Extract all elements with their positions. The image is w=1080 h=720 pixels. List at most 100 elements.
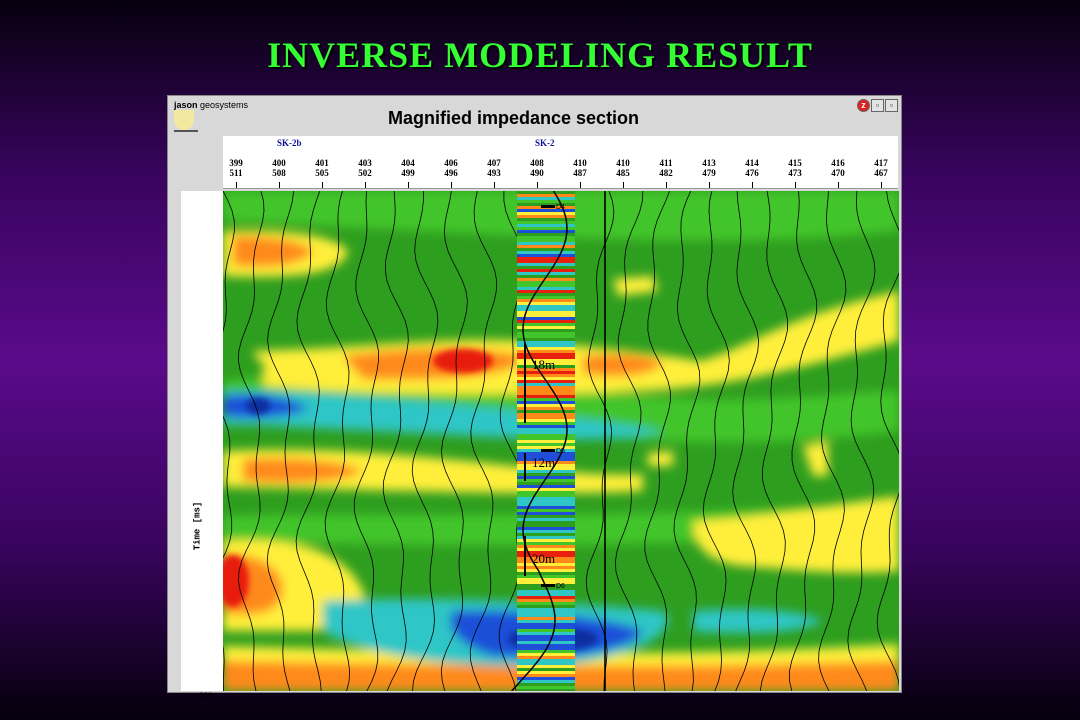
log-stripe: [517, 299, 575, 302]
well-label-sk-2b: SK-2b: [277, 138, 302, 148]
log-stripe: [517, 590, 575, 593]
annotation-12m: 12m: [532, 455, 555, 470]
marker-d6: [541, 584, 555, 587]
time-axis-label: Time [ms]: [192, 501, 203, 551]
log-stripe: [517, 260, 575, 263]
log-stripe: [517, 329, 575, 332]
marker-d4-label: D4: [556, 204, 565, 211]
time-tick-mark: [219, 697, 225, 698]
log-stripe: [517, 317, 575, 320]
log-stripe: [517, 281, 575, 284]
marker-d5: [541, 449, 555, 452]
well-label-sk-2: SK-2: [535, 138, 555, 148]
close-icon[interactable]: ▫: [885, 99, 898, 112]
log-stripe: [517, 323, 575, 326]
log-stripe: [517, 197, 575, 200]
trace-tick: [580, 182, 581, 188]
trace-label-3: 403 502: [358, 158, 372, 178]
log-stripe: [517, 284, 575, 287]
well-log-sk2: D4 D5 D6 18m 12m 20m: [511, 191, 575, 691]
log-stripe: [517, 641, 575, 644]
log-stripe: [517, 251, 575, 254]
log-stripe: [517, 632, 575, 635]
log-stripe: [517, 443, 575, 446]
trace-tick: [709, 182, 710, 188]
log-stripe: [517, 263, 575, 266]
log-stripe: [517, 326, 575, 329]
log-stripe: [517, 494, 575, 497]
log-stripe: [517, 521, 575, 524]
log-stripe: [517, 482, 575, 485]
log-stripe: [517, 245, 575, 248]
log-stripe: [517, 671, 575, 674]
annotation-20m: 20m: [532, 551, 555, 566]
log-stripe: [517, 248, 575, 251]
trace-tick: [451, 182, 452, 188]
log-stripe: [517, 653, 575, 656]
log-stripe: [517, 668, 575, 671]
log-stripe: [517, 269, 575, 272]
trace-label-11: 413 479: [702, 158, 716, 178]
trace-tick: [623, 182, 624, 188]
log-stripe: [517, 266, 575, 269]
log-stripe: [517, 491, 575, 494]
trace-tick: [838, 182, 839, 188]
log-stripe: [517, 617, 575, 620]
log-stripe: [517, 623, 575, 626]
log-stripe: [517, 629, 575, 632]
trace-tick: [881, 182, 882, 188]
log-stripe: [517, 446, 575, 449]
log-stripe: [517, 200, 575, 203]
log-stripe: [517, 308, 575, 311]
trace-header: 399 511 400 508 401 505 403 502 404 499 406 496 407 4…: [223, 136, 898, 189]
log-stripe: [517, 635, 575, 638]
log-stripe: [517, 287, 575, 290]
trace-tick: [494, 182, 495, 188]
log-stripe: [517, 503, 575, 506]
log-stripe: [517, 272, 575, 275]
log-stripe: [517, 191, 575, 194]
logo-brand: jason: [174, 100, 198, 110]
trace-label-5: 406 496: [444, 158, 458, 178]
log-stripe: [517, 296, 575, 299]
trace-tick: [236, 182, 237, 188]
time-tick-label: 900-: [199, 691, 216, 701]
trace-tick: [322, 182, 323, 188]
trace-tick: [666, 182, 667, 188]
logo-sub: geosystems: [200, 100, 249, 110]
marker-d6-label: D6: [556, 583, 565, 590]
log-stripe: [517, 194, 575, 197]
time-axis: Time [ms] 900-: [181, 191, 225, 701]
log-stripe: [517, 656, 575, 659]
restore-icon[interactable]: ▫: [871, 99, 884, 112]
log-stripe: [517, 608, 575, 611]
trace-label-2: 401 505: [315, 158, 329, 178]
trace-tick: [279, 182, 280, 188]
log-stripe: [517, 293, 575, 296]
trace-label-15: 417 467: [874, 158, 888, 178]
log-stripe: [517, 533, 575, 536]
log-stripe: [517, 605, 575, 608]
log-stripe: [517, 659, 575, 662]
marker-d5-label: D5: [556, 448, 565, 455]
trace-label-0: 399 511: [229, 158, 243, 178]
zoom-icon[interactable]: z: [857, 99, 870, 112]
log-stripe: [517, 626, 575, 629]
trace-tick: [537, 182, 538, 188]
trace-label-12: 414 476: [745, 158, 759, 178]
section-title: Magnified impedance section: [388, 108, 640, 128]
trace-label-9: 410 485: [616, 158, 630, 178]
log-stripe: [517, 500, 575, 503]
log-stripe: [517, 614, 575, 617]
log-stripe: [517, 527, 575, 530]
log-stripe: [517, 611, 575, 614]
log-stripe: [517, 209, 575, 212]
log-stripe: [517, 242, 575, 245]
log-stripe: [517, 254, 575, 257]
impedance-section-plot[interactable]: D4 D5 D6 18m 12m 20m: [223, 191, 899, 691]
trace-label-4: 404 499: [401, 158, 415, 178]
log-stripe: [517, 302, 575, 305]
trace-tick: [408, 182, 409, 188]
log-stripe: [517, 662, 575, 665]
trace-tick: [752, 182, 753, 188]
